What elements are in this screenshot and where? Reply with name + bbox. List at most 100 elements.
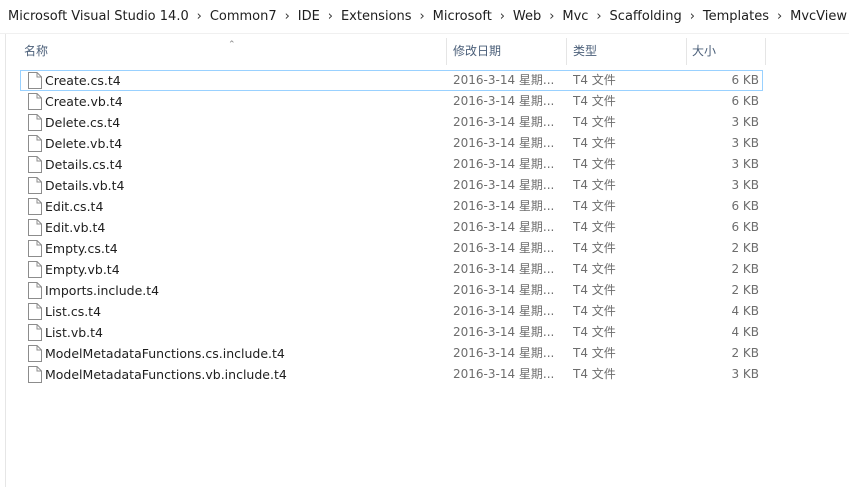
file-row[interactable]: ModelMetadataFunctions.cs.include.t4 2016…: [20, 343, 763, 364]
file-row[interactable]: Imports.include.t4 2016-3-14 星期... T4 文件 2 …: [20, 280, 763, 301]
file-name: Edit.cs.t4: [45, 199, 104, 214]
chevron-right-icon[interactable]: ›: [590, 9, 607, 24]
file-size: 6 KB: [731, 94, 759, 108]
file-name: Details.cs.t4: [45, 157, 123, 172]
column-header-type[interactable]: 类型: [566, 38, 686, 65]
file-size: 2 KB: [731, 241, 759, 255]
file-date: 2016-3-14 星期...: [453, 199, 555, 213]
document-icon: [27, 303, 43, 320]
document-icon: [27, 366, 43, 383]
breadcrumb-item[interactable]: Mvc: [560, 9, 590, 24]
file-size: 3 KB: [731, 115, 759, 129]
file-size: 4 KB: [731, 325, 759, 339]
file-type: T4 文件: [573, 262, 616, 276]
file-row[interactable]: Edit.vb.t4 2016-3-14 星期... T4 文件 6 KB: [20, 217, 763, 238]
file-name: List.cs.t4: [45, 304, 102, 319]
file-type: T4 文件: [573, 94, 616, 108]
chevron-right-icon[interactable]: ›: [279, 9, 296, 24]
document-icon: [27, 177, 43, 194]
file-type: T4 文件: [573, 220, 616, 234]
chevron-right-icon[interactable]: ›: [414, 9, 431, 24]
file-date: 2016-3-14 星期...: [453, 115, 555, 129]
file-type: T4 文件: [573, 241, 616, 255]
chevron-right-icon[interactable]: ›: [543, 9, 560, 24]
file-date: 2016-3-14 星期...: [453, 73, 555, 87]
column-header-date-label: 修改日期: [453, 44, 502, 58]
breadcrumb: Microsoft Visual Studio 14.0 › Common7 › IDE…: [0, 0, 849, 34]
chevron-right-icon[interactable]: ›: [322, 9, 339, 24]
file-row[interactable]: Edit.cs.t4 2016-3-14 星期... T4 文件 6 KB: [20, 196, 763, 217]
file-size: 2 KB: [731, 346, 759, 360]
document-icon: [27, 156, 43, 173]
file-name: Edit.vb.t4: [45, 220, 106, 235]
document-icon: [27, 198, 43, 215]
document-icon: [27, 345, 43, 362]
document-icon: [27, 93, 43, 110]
chevron-up-icon: ⌃: [228, 40, 236, 50]
chevron-right-icon[interactable]: ›: [191, 9, 208, 24]
file-date: 2016-3-14 星期...: [453, 346, 555, 360]
file-row[interactable]: Empty.cs.t4 2016-3-14 星期... T4 文件 2 KB: [20, 238, 763, 259]
pane-divider: [5, 34, 6, 487]
file-name: Empty.vb.t4: [45, 262, 120, 277]
file-type: T4 文件: [573, 283, 616, 297]
breadcrumb-item[interactable]: Microsoft: [431, 9, 494, 24]
file-row[interactable]: Delete.cs.t4 2016-3-14 星期... T4 文件 3 KB: [20, 112, 763, 133]
file-type: T4 文件: [573, 367, 616, 381]
document-icon: [27, 114, 43, 131]
file-name: ModelMetadataFunctions.vb.include.t4: [45, 367, 287, 382]
file-size: 3 KB: [731, 157, 759, 171]
breadcrumb-item[interactable]: Microsoft Visual Studio 14.0: [6, 9, 191, 24]
file-row[interactable]: Empty.vb.t4 2016-3-14 星期... T4 文件 2 KB: [20, 259, 763, 280]
file-row[interactable]: Details.cs.t4 2016-3-14 星期... T4 文件 3 KB: [20, 154, 763, 175]
file-row[interactable]: Create.cs.t4 2016-3-14 星期... T4 文件 6 KB: [20, 70, 763, 91]
file-row[interactable]: Create.vb.t4 2016-3-14 星期... T4 文件 6 KB: [20, 91, 763, 112]
file-row[interactable]: ModelMetadataFunctions.vb.include.t4 2016…: [20, 364, 763, 385]
file-row[interactable]: Details.vb.t4 2016-3-14 星期... T4 文件 3 KB: [20, 175, 763, 196]
file-size: 3 KB: [731, 367, 759, 381]
chevron-right-icon[interactable]: ›: [684, 9, 701, 24]
breadcrumb-item[interactable]: IDE: [296, 9, 322, 24]
file-type: T4 文件: [573, 157, 616, 171]
file-type: T4 文件: [573, 115, 616, 129]
file-type: T4 文件: [573, 73, 616, 87]
column-header-name-label: 名称: [24, 44, 49, 58]
file-name: Empty.cs.t4: [45, 241, 118, 256]
file-name: List.vb.t4: [45, 325, 103, 340]
file-date: 2016-3-14 星期...: [453, 94, 555, 108]
breadcrumb-item[interactable]: MvcView: [788, 9, 849, 24]
file-size: 6 KB: [731, 199, 759, 213]
column-header-name[interactable]: 名称 ⌃: [20, 38, 446, 65]
file-name: Details.vb.t4: [45, 178, 125, 193]
column-header-size-label: 大小: [692, 44, 717, 58]
file-name: Create.vb.t4: [45, 94, 123, 109]
breadcrumb-item[interactable]: Templates: [701, 9, 771, 24]
file-size: 4 KB: [731, 304, 759, 318]
column-header-row: 名称 ⌃ 修改日期 类型 大小: [20, 38, 766, 65]
document-icon: [27, 261, 43, 278]
breadcrumb-item[interactable]: Web: [511, 9, 543, 24]
chevron-right-icon[interactable]: ›: [771, 9, 788, 24]
file-type: T4 文件: [573, 325, 616, 339]
file-date: 2016-3-14 星期...: [453, 367, 555, 381]
file-date: 2016-3-14 星期...: [453, 178, 555, 192]
file-row[interactable]: List.vb.t4 2016-3-14 星期... T4 文件 4 KB: [20, 322, 763, 343]
file-size: 6 KB: [731, 73, 759, 87]
column-header-size[interactable]: 大小: [686, 38, 766, 65]
chevron-right-icon[interactable]: ›: [494, 9, 511, 24]
breadcrumb-item[interactable]: Scaffolding: [608, 9, 684, 24]
column-header-type-label: 类型: [573, 44, 598, 58]
file-row[interactable]: Delete.vb.t4 2016-3-14 星期... T4 文件 3 KB: [20, 133, 763, 154]
file-date: 2016-3-14 星期...: [453, 241, 555, 255]
document-icon: [27, 282, 43, 299]
file-date: 2016-3-14 星期...: [453, 283, 555, 297]
file-date: 2016-3-14 星期...: [453, 262, 555, 276]
column-header-date[interactable]: 修改日期: [446, 38, 566, 65]
file-name: Create.cs.t4: [45, 73, 121, 88]
breadcrumb-item[interactable]: Common7: [208, 9, 279, 24]
file-row[interactable]: List.cs.t4 2016-3-14 星期... T4 文件 4 KB: [20, 301, 763, 322]
file-date: 2016-3-14 星期...: [453, 220, 555, 234]
document-icon: [27, 135, 43, 152]
file-name: Delete.cs.t4: [45, 115, 121, 130]
breadcrumb-item[interactable]: Extensions: [339, 9, 414, 24]
